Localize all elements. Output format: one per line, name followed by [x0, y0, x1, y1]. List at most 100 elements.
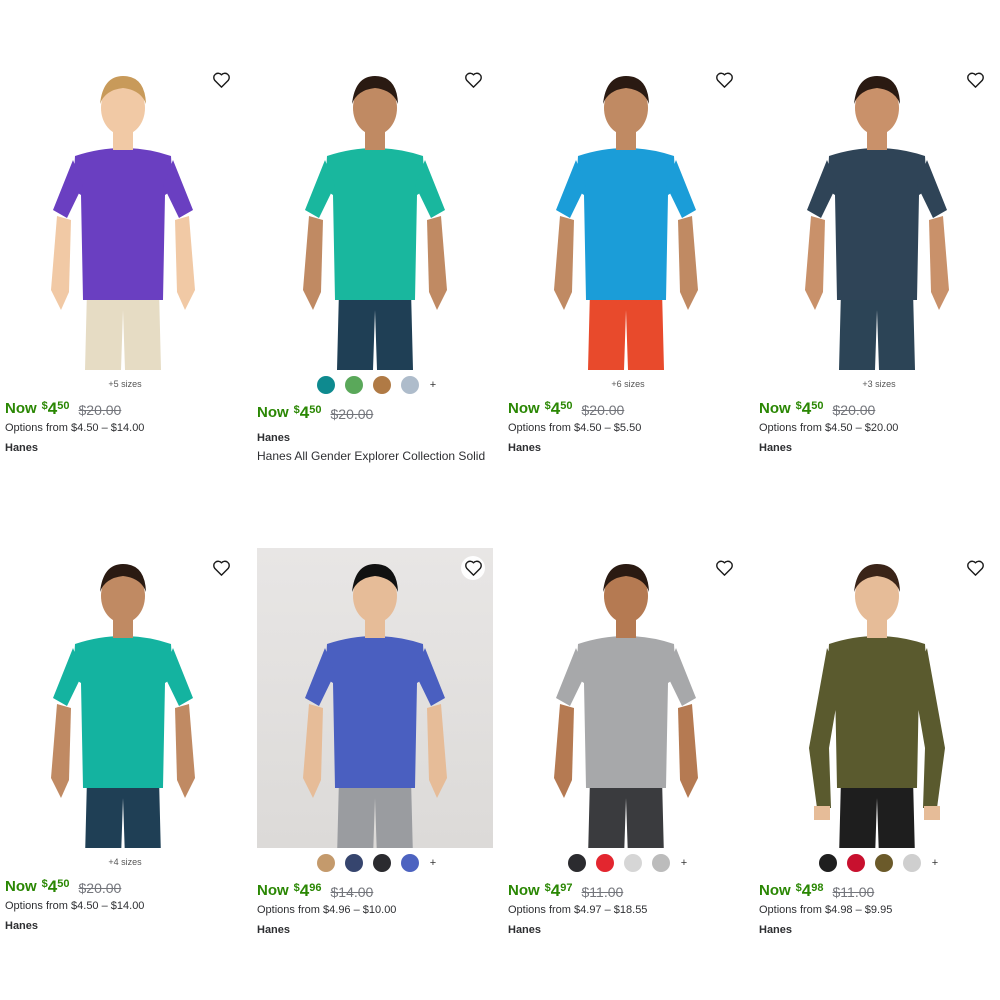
price-options: Options from $4.50 – $14.00 [5, 900, 145, 912]
heart-icon[interactable] [712, 68, 736, 92]
color-swatch[interactable] [317, 376, 335, 394]
more-colors-icon[interactable]: + [429, 857, 437, 869]
color-swatch[interactable] [847, 854, 865, 872]
was-price: $20.00 [78, 402, 122, 418]
product-photo [805, 76, 949, 370]
price-options: Options from $4.50 – $20.00 [759, 422, 899, 434]
sizes-note: +6 sizes [611, 379, 645, 389]
brand-name: Hanes [5, 920, 39, 932]
now-label: Now [759, 882, 791, 899]
price-options: Options from $4.96 – $10.00 [257, 904, 397, 916]
product-card[interactable]: + Now $ 4 98 $11.00 Options from $4.98 –… [759, 548, 999, 936]
more-colors-icon[interactable]: + [680, 857, 688, 869]
product-image[interactable] [257, 548, 493, 848]
brand-name: Hanes [508, 924, 542, 936]
color-swatch[interactable] [624, 854, 642, 872]
heart-icon[interactable] [963, 556, 987, 580]
brand-name: Hanes [257, 432, 291, 444]
now-label: Now [5, 400, 37, 417]
product-image[interactable] [257, 60, 493, 370]
color-swatch[interactable] [568, 854, 586, 872]
brand-name: Hanes [508, 442, 542, 454]
color-swatch[interactable] [652, 854, 670, 872]
color-swatch[interactable] [317, 854, 335, 872]
heart-icon[interactable] [209, 556, 233, 580]
price-dollars: 4 [550, 399, 561, 418]
product-image[interactable] [5, 60, 241, 370]
product-image[interactable] [508, 548, 744, 848]
product-card[interactable]: +6 sizes Now $ 4 50 $20.00 Options from … [508, 60, 748, 454]
price-dollars: 4 [801, 399, 812, 418]
was-price: $20.00 [581, 402, 625, 418]
price-options: Options from $4.97 – $18.55 [508, 904, 648, 916]
price: Now $ 4 50 $20.00 [508, 400, 748, 420]
product-image[interactable] [508, 60, 744, 370]
product-photo [51, 564, 195, 848]
price-options: Options from $4.98 – $9.95 [759, 904, 893, 916]
product-image[interactable] [759, 548, 995, 848]
color-swatches: + [257, 374, 497, 396]
now-label: Now [257, 404, 289, 421]
now-label: Now [257, 882, 289, 899]
price-cents: 96 [309, 882, 322, 894]
was-price: $20.00 [330, 406, 374, 422]
price-options: Options from $4.50 – $5.50 [508, 422, 642, 434]
color-swatch[interactable] [345, 376, 363, 394]
price: Now $ 4 96 $14.00 [257, 882, 497, 902]
color-swatch[interactable] [875, 854, 893, 872]
heart-icon[interactable] [712, 556, 736, 580]
product-card[interactable]: + Now $ 4 50 $20.00 Hanes Hanes All Gende… [257, 60, 497, 463]
product-photo [303, 76, 447, 370]
product-card[interactable]: +4 sizes Now $ 4 50 $20.00 Options from … [5, 548, 245, 932]
more-colors-icon[interactable]: + [429, 379, 437, 391]
color-swatch[interactable] [373, 854, 391, 872]
product-image[interactable] [759, 60, 995, 370]
price-dollars: 4 [47, 399, 58, 418]
was-price: $20.00 [78, 880, 122, 896]
color-swatch[interactable] [903, 854, 921, 872]
price-dollars: 4 [801, 881, 812, 900]
price: Now $ 4 50 $20.00 [5, 400, 245, 420]
product-card[interactable]: +5 sizes Now $ 4 50 $20.00 Options from … [5, 60, 245, 454]
brand-name: Hanes [759, 442, 793, 454]
color-swatch[interactable] [401, 854, 419, 872]
price-dollars: 4 [299, 881, 310, 900]
price-cents: 97 [560, 882, 573, 894]
heart-icon[interactable] [461, 68, 485, 92]
price: Now $ 4 50 $20.00 [5, 878, 245, 898]
product-card[interactable]: + Now $ 4 96 $14.00 Options from $4.96 –… [257, 548, 497, 936]
now-label: Now [508, 400, 540, 417]
sizes-note: +4 sizes [108, 857, 142, 867]
was-price: $11.00 [832, 884, 875, 900]
color-swatch[interactable] [596, 854, 614, 872]
heart-icon[interactable] [963, 68, 987, 92]
was-price: $14.00 [330, 884, 374, 900]
product-card[interactable]: + Now $ 4 97 $11.00 Options from $4.97 –… [508, 548, 748, 936]
was-price: $20.00 [832, 402, 876, 418]
product-card[interactable]: +3 sizes Now $ 4 50 $20.00 Options from … [759, 60, 999, 454]
product-image[interactable] [5, 548, 241, 848]
product-grid: +5 sizes Now $ 4 50 $20.00 Options from … [0, 0, 1000, 1000]
brand-name: Hanes [759, 924, 793, 936]
was-price: $11.00 [581, 884, 624, 900]
now-label: Now [508, 882, 540, 899]
price-cents: 50 [811, 400, 824, 412]
sizes-note: +5 sizes [108, 379, 142, 389]
price-options: Options from $4.50 – $14.00 [5, 422, 145, 434]
price: Now $ 4 50 $20.00 [759, 400, 999, 420]
price: Now $ 4 97 $11.00 [508, 882, 748, 902]
color-swatch[interactable] [345, 854, 363, 872]
color-swatch[interactable] [373, 376, 391, 394]
product-title[interactable]: Hanes All Gender Explorer Collection Sol… [257, 449, 497, 463]
color-swatches: + [257, 852, 497, 874]
price-dollars: 4 [47, 877, 58, 896]
color-swatches: + [759, 852, 999, 874]
heart-icon[interactable] [209, 68, 233, 92]
color-swatch[interactable] [819, 854, 837, 872]
color-swatch[interactable] [401, 376, 419, 394]
heart-icon[interactable] [461, 556, 485, 580]
price-dollars: 4 [550, 881, 561, 900]
price-cents: 50 [309, 404, 322, 416]
more-colors-icon[interactable]: + [931, 857, 939, 869]
price-cents: 98 [811, 882, 824, 894]
